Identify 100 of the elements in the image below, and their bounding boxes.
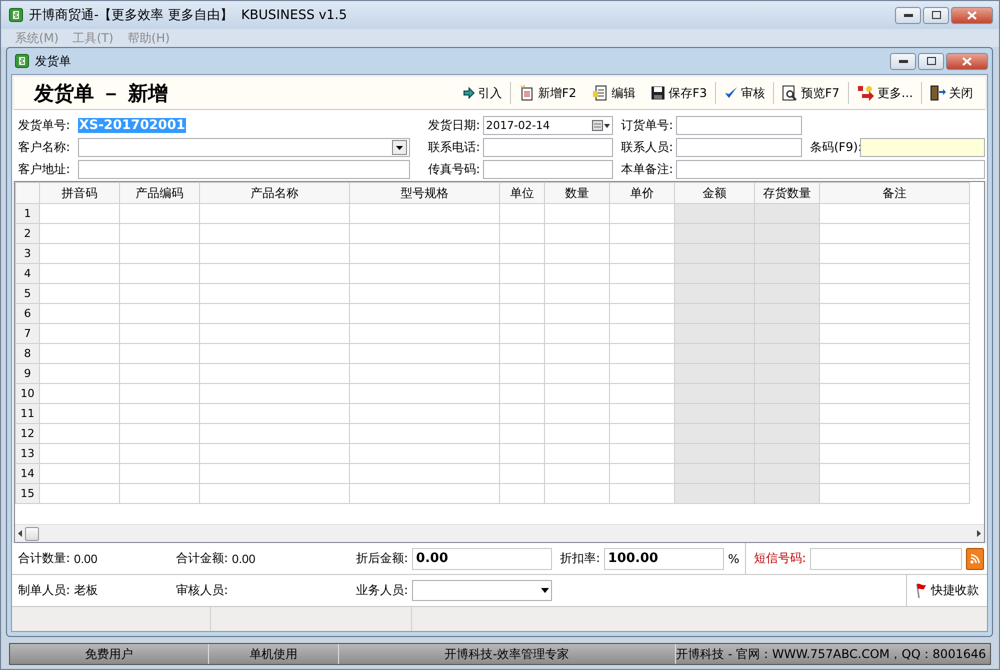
table-cell[interactable] — [350, 324, 500, 344]
table-cell[interactable] — [120, 264, 200, 284]
table-cell[interactable] — [820, 264, 970, 284]
toolbar-button[interactable]: 更多... — [848, 82, 921, 104]
table-cell[interactable] — [674, 244, 754, 264]
table-cell[interactable] — [120, 204, 200, 224]
column-header[interactable]: 备注 — [820, 182, 970, 204]
table-cell[interactable] — [754, 424, 820, 444]
table-cell[interactable] — [544, 424, 610, 444]
table-cell[interactable] — [754, 324, 820, 344]
table-cell[interactable] — [500, 224, 544, 244]
table-cell[interactable] — [544, 404, 610, 424]
maximize-button[interactable] — [923, 6, 949, 24]
table-cell[interactable] — [350, 484, 500, 504]
table-cell[interactable] — [40, 484, 120, 504]
table-cell[interactable] — [674, 484, 754, 504]
table-cell[interactable] — [200, 204, 350, 224]
table-cell[interactable] — [820, 304, 970, 324]
table-cell[interactable] — [120, 464, 200, 484]
table-cell[interactable] — [40, 264, 120, 284]
table-cell[interactable] — [500, 204, 544, 224]
table-cell[interactable] — [754, 344, 820, 364]
table-cell[interactable] — [350, 304, 500, 324]
table-cell[interactable] — [500, 384, 544, 404]
table-cell[interactable] — [754, 364, 820, 384]
table-cell[interactable] — [674, 344, 754, 364]
table-cell[interactable] — [820, 444, 970, 464]
table-cell[interactable] — [350, 244, 500, 264]
table-cell[interactable] — [200, 404, 350, 424]
column-header[interactable]: 存货数量 — [754, 182, 820, 204]
table-cell[interactable] — [674, 284, 754, 304]
table-cell[interactable] — [674, 304, 754, 324]
table-cell[interactable] — [674, 204, 754, 224]
table-cell[interactable] — [120, 324, 200, 344]
column-header[interactable]: 产品编码 — [120, 182, 200, 204]
table-cell[interactable] — [200, 364, 350, 384]
table-cell[interactable] — [674, 424, 754, 444]
table-cell[interactable] — [200, 344, 350, 364]
toolbar-button[interactable]: 编辑 — [584, 82, 644, 104]
table-cell[interactable] — [500, 324, 544, 344]
input-field[interactable] — [676, 138, 802, 157]
table-cell[interactable] — [120, 424, 200, 444]
combo-field[interactable] — [78, 138, 410, 157]
input-field[interactable] — [78, 160, 410, 179]
toolbar-button[interactable]: 引入 — [454, 82, 510, 104]
table-cell[interactable] — [350, 364, 500, 384]
table-cell[interactable] — [350, 224, 500, 244]
input-field[interactable] — [676, 160, 985, 179]
table-cell[interactable] — [544, 224, 610, 244]
table-cell[interactable] — [120, 484, 200, 504]
table-cell[interactable] — [754, 244, 820, 264]
table-cell[interactable] — [40, 444, 120, 464]
table-cell[interactable] — [350, 424, 500, 444]
table-cell[interactable] — [200, 424, 350, 444]
table-cell[interactable] — [820, 204, 970, 224]
table-cell[interactable] — [500, 264, 544, 284]
table-cell[interactable] — [820, 424, 970, 444]
table-cell[interactable] — [200, 224, 350, 244]
minimize-button[interactable] — [895, 6, 921, 24]
table-cell[interactable] — [500, 444, 544, 464]
table-cell[interactable] — [200, 384, 350, 404]
table-cell[interactable] — [674, 404, 754, 424]
table-cell[interactable] — [40, 224, 120, 244]
table-cell[interactable] — [200, 464, 350, 484]
table-cell[interactable] — [350, 344, 500, 364]
input-field[interactable] — [810, 548, 962, 570]
table-cell[interactable] — [544, 484, 610, 504]
table-cell[interactable] — [820, 344, 970, 364]
input-field[interactable] — [483, 138, 613, 157]
table-cell[interactable] — [200, 284, 350, 304]
table-cell[interactable] — [200, 244, 350, 264]
barcode-field[interactable] — [860, 138, 985, 157]
table-cell[interactable] — [674, 324, 754, 344]
table-cell[interactable] — [754, 404, 820, 424]
table-cell[interactable] — [544, 444, 610, 464]
table-cell[interactable] — [350, 444, 500, 464]
table-cell[interactable] — [120, 404, 200, 424]
table-cell[interactable] — [500, 404, 544, 424]
table-cell[interactable] — [120, 284, 200, 304]
column-header[interactable]: 数量 — [544, 182, 610, 204]
table-cell[interactable] — [820, 324, 970, 344]
table-cell[interactable] — [544, 264, 610, 284]
table-cell[interactable] — [40, 344, 120, 364]
table-cell[interactable] — [350, 264, 500, 284]
table-cell[interactable] — [820, 404, 970, 424]
combo-field[interactable] — [412, 580, 552, 601]
column-header[interactable]: 产品名称 — [200, 182, 350, 204]
table-cell[interactable] — [754, 304, 820, 324]
table-cell[interactable] — [120, 344, 200, 364]
input-field[interactable] — [483, 160, 613, 179]
table-cell[interactable] — [120, 224, 200, 244]
input-field[interactable]: 0.00 — [412, 548, 552, 570]
maximize-button[interactable] — [918, 52, 944, 70]
table-cell[interactable] — [754, 444, 820, 464]
toolbar-button[interactable]: 审核 — [716, 82, 773, 104]
table-cell[interactable] — [674, 364, 754, 384]
table-cell[interactable] — [500, 344, 544, 364]
table-cell[interactable] — [40, 424, 120, 444]
table-cell[interactable] — [40, 204, 120, 224]
table-cell[interactable] — [500, 424, 544, 444]
